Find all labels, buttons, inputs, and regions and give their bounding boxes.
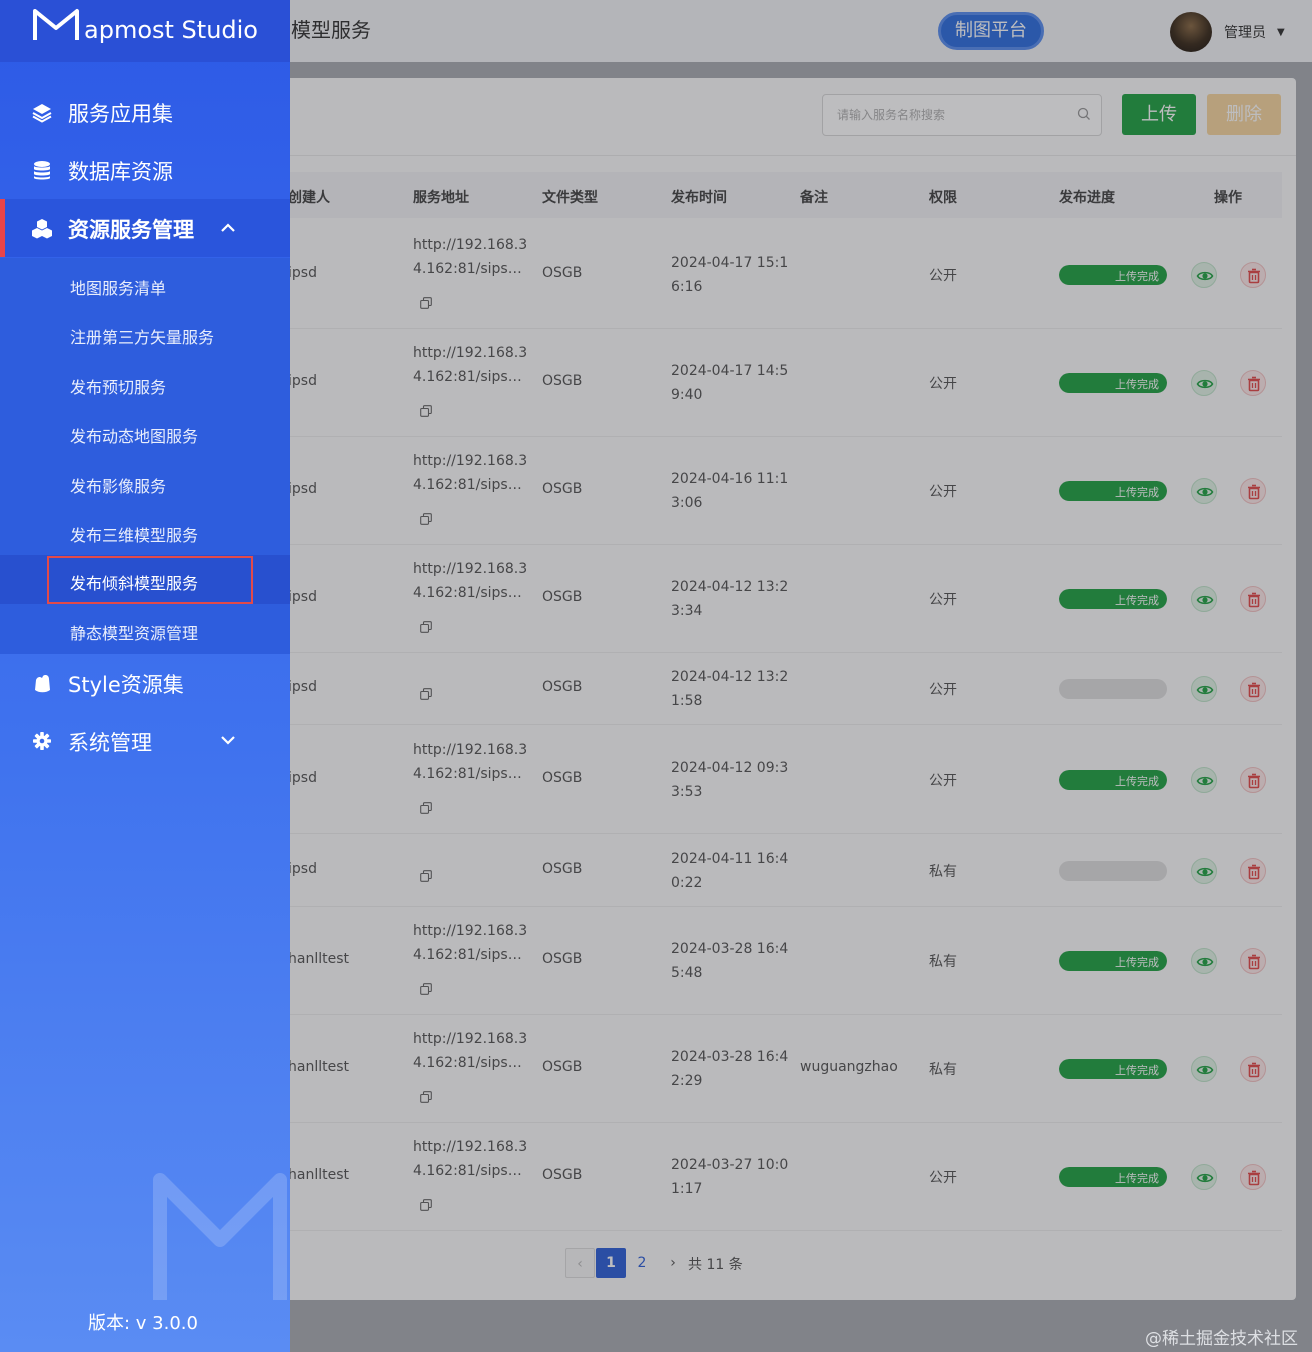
- layers-icon: [32, 104, 52, 123]
- sidebar-item-label: 数据库资源: [68, 160, 173, 184]
- sidebar-item-label: 资源服务管理: [68, 218, 194, 242]
- submenu-resource-service: 地图服务清单 注册第三方矢量服务 发布预切服务 发布动态地图服务 发布影像服务 …: [0, 258, 290, 654]
- submenu-item-publish-3d-model[interactable]: 发布三维模型服务: [0, 507, 290, 556]
- database-icon: [34, 161, 50, 180]
- submenu-item-label: 静态模型资源管理: [70, 624, 199, 643]
- submenu-item-static-model-resources[interactable]: 静态模型资源管理: [0, 605, 290, 654]
- submenu-item-label: 发布影像服务: [70, 477, 167, 496]
- brand-name: apmost Studio: [84, 16, 258, 44]
- sidebar-item-label: Style资源集: [68, 673, 184, 697]
- version-label: 版本: v 3.0.0: [88, 1313, 198, 1334]
- cubes-icon: [32, 219, 52, 239]
- submenu-item-publish-dynamic-map[interactable]: 发布动态地图服务: [0, 408, 290, 457]
- sidebar-item-database[interactable]: 数据库资源: [0, 141, 290, 199]
- background-logo-icon: [153, 1173, 287, 1300]
- submenu-item-map-service-list[interactable]: 地图服务清单: [0, 260, 290, 309]
- submenu-item-publish-tiles[interactable]: 发布预切服务: [0, 359, 290, 408]
- submenu-item-publish-imagery[interactable]: 发布影像服务: [0, 458, 290, 507]
- submenu-item-label: 发布动态地图服务: [70, 427, 199, 446]
- submenu-item-label: 地图服务清单: [70, 279, 167, 298]
- submenu-item-label: 发布三维模型服务: [70, 526, 199, 545]
- chevron-up-icon: [221, 223, 235, 232]
- sidebar-item-system[interactable]: 系统管理: [0, 712, 290, 770]
- submenu-item-publish-oblique-model[interactable]: 发布倾斜模型服务: [0, 555, 290, 604]
- watermark: @稀土掘金技术社区: [1145, 1329, 1298, 1349]
- submenu-item-label: 注册第三方矢量服务: [70, 328, 215, 347]
- mapmost-logo-icon: [33, 9, 79, 40]
- palette-icon: [35, 675, 50, 693]
- sidebar: apmost Studio 服务应用集 数据库资源 资源服务管理 地图服务清单 …: [0, 0, 290, 1352]
- chevron-down-icon: [221, 736, 235, 745]
- submenu-item-label: 发布倾斜模型服务: [70, 574, 199, 593]
- submenu-item-label: 发布预切服务: [70, 378, 167, 397]
- sidebar-item-label: 系统管理: [68, 731, 152, 755]
- sidebar-item-style-resources[interactable]: Style资源集: [0, 654, 290, 712]
- sidebar-item-resource-service[interactable]: 资源服务管理: [0, 199, 290, 257]
- sidebar-item-service-apps[interactable]: 服务应用集: [0, 83, 290, 141]
- gear-icon: [33, 732, 51, 750]
- brand-header: apmost Studio: [0, 0, 290, 62]
- sidebar-item-label: 服务应用集: [68, 102, 173, 126]
- submenu-item-register-vector[interactable]: 注册第三方矢量服务: [0, 309, 290, 358]
